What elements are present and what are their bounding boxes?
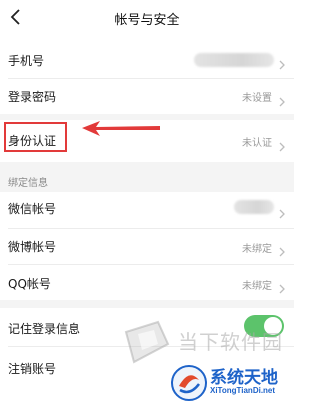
chevron-right-icon [277, 55, 287, 70]
annotation-arrow-icon [80, 119, 162, 139]
xitongtiandi-logo-icon [170, 364, 208, 406]
section-title: 绑定信息 [8, 178, 48, 189]
watermark-xitongtiandi: 系统天地 XiTongTianDi.net [168, 360, 294, 406]
password-row[interactable]: 登录密码 未设置 [0, 80, 294, 112]
watermark-name: 系统天地 [210, 368, 278, 388]
weibo-row[interactable]: 微博帐号 未绑定 [0, 230, 294, 262]
chevron-right-icon [277, 279, 287, 294]
remember-login-label: 记住登录信息 [8, 322, 81, 336]
chevron-right-icon [277, 204, 287, 219]
watermark-text: 当下软件园 [178, 330, 283, 354]
qq-status: 未绑定 [242, 281, 272, 292]
danxia-logo-icon [120, 318, 172, 370]
section-gap [0, 300, 294, 308]
password-label: 登录密码 [8, 90, 57, 104]
wechat-label: 微信帐号 [8, 202, 57, 216]
chevron-right-icon [277, 137, 287, 152]
wechat-row[interactable]: 微信帐号 [0, 192, 294, 226]
phone-number-blurred [194, 53, 274, 67]
wechat-account-blurred [234, 200, 274, 214]
page-title: 帐号与安全 [114, 13, 180, 28]
weibo-label: 微博帐号 [8, 240, 57, 254]
weibo-status: 未绑定 [242, 244, 272, 255]
binding-section-header: 绑定信息 [0, 162, 294, 192]
nav-header: 帐号与安全 [0, 0, 294, 36]
watermark-url: XiTongTianDi.net [210, 386, 276, 395]
divider [8, 264, 294, 265]
qq-row[interactable]: QQ帐号 未绑定 [0, 266, 294, 298]
phone-row[interactable]: 手机号 [0, 44, 294, 74]
chevron-right-icon [277, 242, 287, 257]
chevron-right-icon [277, 92, 287, 107]
deactivate-label: 注销账号 [8, 362, 57, 376]
phone-label: 手机号 [8, 54, 45, 68]
annotation-highlight-box [4, 122, 67, 152]
qq-label: QQ帐号 [8, 277, 51, 291]
identity-status: 未认证 [242, 138, 272, 149]
divider [8, 78, 294, 79]
divider [8, 228, 294, 229]
password-status: 未设置 [242, 93, 272, 104]
